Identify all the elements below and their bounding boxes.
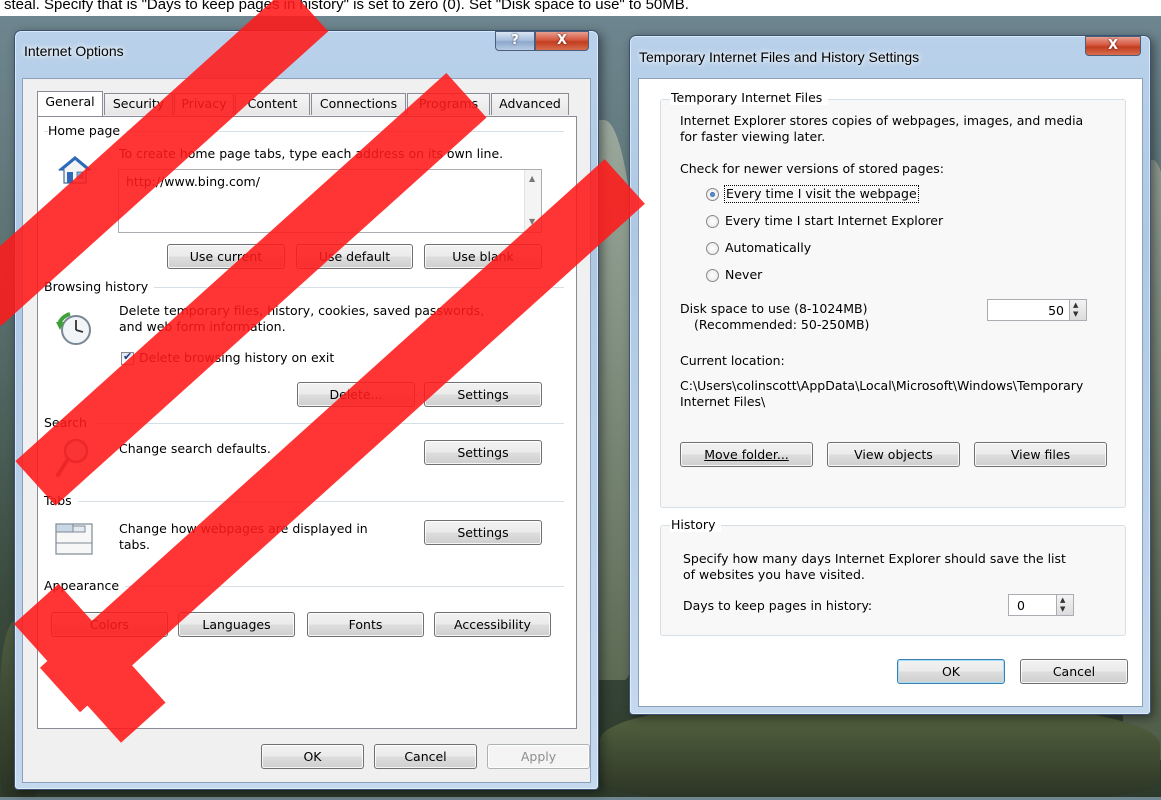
history-description-1: Specify how many days Internet Explorer … (683, 551, 1066, 566)
browsing-history-description-2: and web form information. (119, 319, 286, 334)
home-page-icon (58, 155, 92, 185)
temp-files-description-2: for faster viewing later. (680, 129, 826, 144)
tif-settings-title: Temporary Internet Files and History Set… (639, 49, 920, 65)
internet-options-apply-button[interactable]: Apply (487, 744, 590, 769)
delete-history-on-exit-checkbox[interactable] (121, 350, 134, 365)
use-blank-button[interactable]: Use blank (424, 244, 542, 269)
radio-automatically-label[interactable]: Automatically (725, 240, 811, 256)
home-page-group-label: Home page (48, 123, 127, 138)
tif-settings-client: Temporary Internet Files Internet Explor… (638, 78, 1143, 707)
internet-options-window: Internet Options ? X General Security Pr… (14, 30, 599, 790)
internet-options-ok-button[interactable]: OK (261, 744, 364, 769)
tab-security[interactable]: Security (104, 93, 173, 115)
instruction-caption: steal. Specify that is "Days to keep pag… (0, 0, 1161, 16)
tif-ok-button[interactable]: OK (897, 659, 1005, 684)
tif-cancel-button[interactable]: Cancel (1020, 659, 1128, 684)
tif-settings-window: Temporary Internet Files and History Set… (629, 35, 1151, 715)
help-icon: ? (511, 33, 519, 48)
scroll-up-icon: ▲ (529, 174, 536, 183)
browsing-history-description-1: Delete temporary files, history, cookies… (119, 303, 485, 318)
home-page-address-box[interactable]: http://www.bing.com/ ▲ ▼ (118, 169, 542, 233)
search-divider (44, 423, 564, 424)
tabs-settings-button[interactable]: Settings (424, 520, 542, 545)
temp-files-description-1: Internet Explorer stores copies of webpa… (680, 113, 1084, 128)
close-button[interactable]: X (535, 31, 589, 51)
tab-general[interactable]: General (37, 91, 103, 116)
internet-options-client: General Security Privacy Content Connect… (22, 78, 591, 783)
tab-content[interactable]: Content (235, 93, 310, 115)
languages-button[interactable]: Languages (178, 612, 295, 637)
temp-files-group-label: Temporary Internet Files (670, 90, 829, 105)
tab-connections[interactable]: Connections (311, 93, 406, 115)
radio-every-visit-label[interactable]: Every time I visit the webpage (724, 185, 919, 203)
search-settings-button[interactable]: Settings (424, 440, 542, 465)
search-magnifier-icon (55, 437, 91, 479)
appearance-group-label: Appearance (44, 578, 126, 593)
history-group-label: History (670, 517, 722, 532)
tabs-description-2: tabs. (119, 537, 150, 552)
disk-space-spinner[interactable]: 50 ▲ ▼ (987, 299, 1087, 321)
tab-programs[interactable]: Programs (407, 93, 490, 115)
accessibility-button[interactable]: Accessibility (434, 612, 551, 637)
radio-automatically[interactable] (706, 242, 719, 255)
disk-space-value: 50 (1048, 303, 1064, 318)
tab-advanced[interactable]: Advanced (491, 93, 569, 115)
tab-strip: General Security Privacy Content Connect… (37, 91, 587, 117)
radio-never[interactable] (706, 269, 719, 282)
current-location-path-1: C:\Users\colinscott\AppData\Local\Micros… (680, 378, 1084, 393)
colors-button[interactable]: Colors (51, 612, 168, 637)
history-settings-button[interactable]: Settings (424, 382, 542, 407)
delete-history-button[interactable]: Delete... (297, 382, 415, 407)
spin-up-icon: ▲ (1073, 301, 1079, 309)
view-files-button[interactable]: View files (974, 442, 1107, 467)
general-tab-page: Home page To create home page tabs, type… (37, 116, 577, 729)
close-icon: X (556, 33, 568, 48)
days-to-keep-label: Days to keep pages in history: (683, 598, 873, 613)
history-description-2: of websites you have visited. (683, 567, 865, 582)
view-objects-button[interactable]: View objects (827, 442, 960, 467)
tab-privacy[interactable]: Privacy (174, 93, 234, 115)
days-spin-up-icon: ▲ (1060, 596, 1066, 604)
address-scrollbar[interactable]: ▲ ▼ (524, 170, 541, 232)
days-to-keep-spinner[interactable]: 0 ▲ ▼ (1008, 594, 1074, 616)
home-page-instruction: To create home page tabs, type each addr… (119, 146, 504, 161)
help-button[interactable]: ? (495, 31, 535, 51)
internet-options-cancel-button[interactable]: Cancel (374, 744, 477, 769)
tif-close-button[interactable]: X (1085, 36, 1141, 56)
tabs-window-icon (55, 521, 93, 555)
delete-history-on-exit-label[interactable]: Delete browsing history on exit (139, 350, 334, 366)
days-to-keep-arrows[interactable]: ▲ ▼ (1056, 595, 1073, 615)
browsing-history-group-label: Browsing history (44, 279, 155, 294)
tabs-description-1: Change how webpages are displayed in (119, 521, 368, 536)
tif-close-icon: X (1107, 38, 1119, 53)
use-current-button[interactable]: Use current (167, 244, 285, 269)
radio-every-visit[interactable] (706, 188, 719, 201)
home-page-address-text: http://www.bing.com/ (126, 174, 260, 189)
internet-options-title: Internet Options (24, 43, 124, 59)
search-description: Change search defaults. (119, 441, 271, 456)
disk-space-label-2: (Recommended: 50-250MB) (694, 317, 870, 332)
scroll-down-icon: ▼ (529, 217, 536, 226)
search-group-label: Search (44, 415, 93, 430)
history-clock-icon (56, 310, 92, 346)
disk-space-arrows[interactable]: ▲ ▼ (1069, 300, 1086, 320)
current-location-path-2: Internet Files\ (680, 394, 766, 409)
days-to-keep-value: 0 (1017, 598, 1025, 613)
days-spin-down-icon: ▼ (1060, 605, 1066, 613)
radio-every-start[interactable] (706, 215, 719, 228)
use-default-button[interactable]: Use default (296, 244, 413, 269)
disk-space-label-1: Disk space to use (8-1024MB) (680, 301, 868, 316)
tabs-divider (44, 501, 564, 502)
current-location-label: Current location: (680, 353, 785, 368)
spin-down-icon: ▼ (1073, 310, 1079, 318)
tabs-group-label: Tabs (44, 493, 78, 508)
radio-never-label[interactable]: Never (725, 267, 762, 283)
radio-every-start-label[interactable]: Every time I start Internet Explorer (725, 213, 943, 229)
check-newer-label: Check for newer versions of stored pages… (680, 161, 944, 176)
move-folder-button[interactable]: Move folder... (680, 442, 813, 467)
fonts-button[interactable]: Fonts (307, 612, 424, 637)
